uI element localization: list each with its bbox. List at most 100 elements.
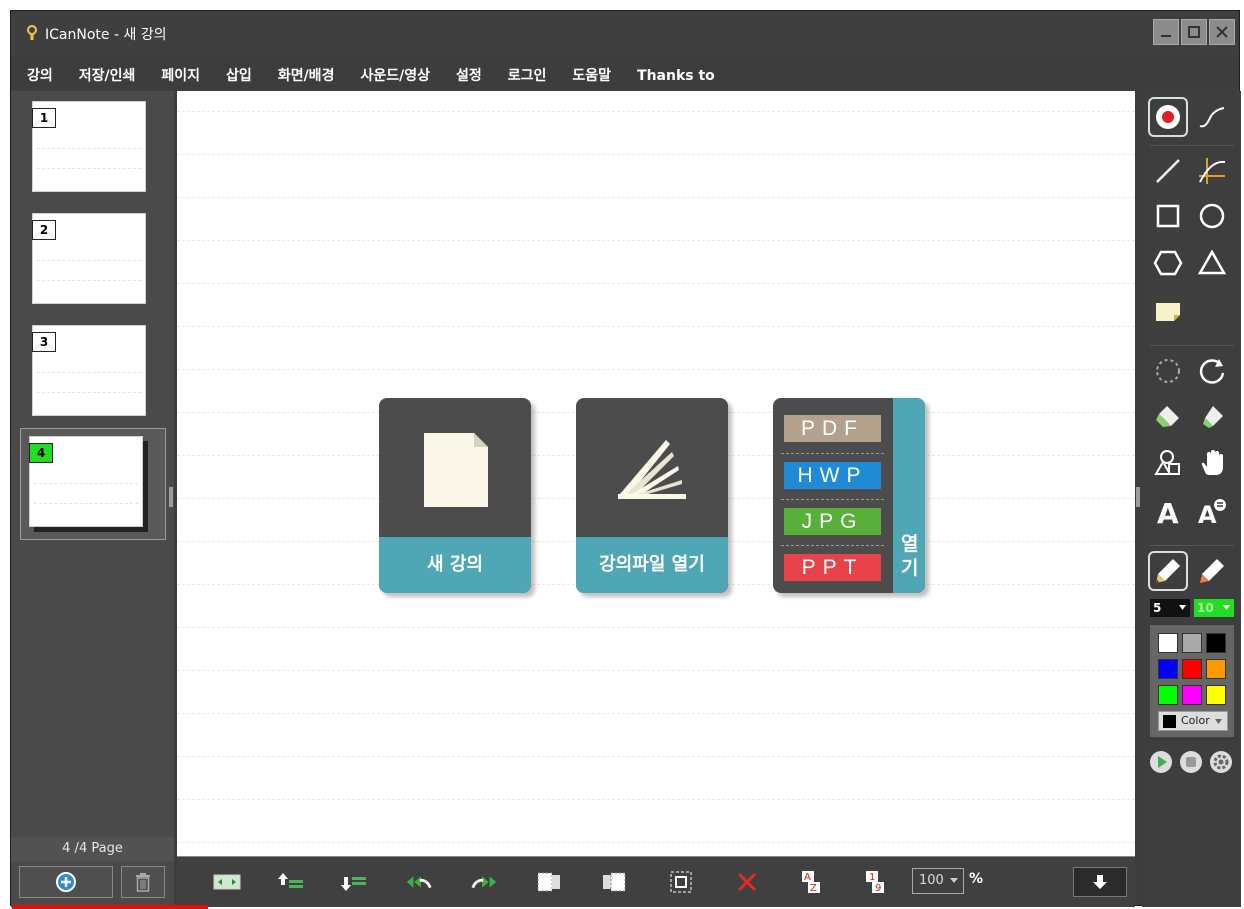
color-swatch-gray[interactable] xyxy=(1182,633,1202,653)
menu-screen-background[interactable]: 화면/배경 xyxy=(265,63,348,89)
highlighter-tool[interactable] xyxy=(1192,551,1232,591)
jpg-format-button[interactable]: JPG xyxy=(784,508,881,535)
window-title: ICanNote - 새 강의 xyxy=(45,27,167,43)
sort-alpha-button[interactable]: AZ xyxy=(797,869,825,895)
new-lecture-card[interactable]: 새 강의 xyxy=(379,398,531,593)
circle-icon xyxy=(1199,203,1225,229)
canvas-guide-line xyxy=(177,756,1135,757)
partial-eraser-tool[interactable] xyxy=(1192,397,1232,437)
open-lecture-file-card[interactable]: 강의파일 열기 xyxy=(576,398,728,593)
page-thumbnail-4[interactable]: 4 xyxy=(29,436,143,527)
color-swatch-orange[interactable] xyxy=(1206,659,1226,679)
scroll-down-button[interactable] xyxy=(1073,867,1127,897)
menu-insert[interactable]: 삽입 xyxy=(213,63,265,89)
color-palette: Color xyxy=(1150,625,1234,737)
pdf-format-button[interactable]: PDF xyxy=(784,415,881,442)
drawing-tools-panel: A A 5 10 Color xyxy=(1142,91,1241,907)
redo-button[interactable] xyxy=(470,869,498,895)
rectangle-tool[interactable] xyxy=(1148,196,1188,236)
page-thumbnail-3[interactable]: 3 xyxy=(32,325,146,416)
right-splitter-handle[interactable] xyxy=(1136,487,1140,507)
select-left-button[interactable] xyxy=(535,869,563,895)
play-button[interactable] xyxy=(1148,749,1174,775)
add-page-button[interactable] xyxy=(19,866,113,898)
maximize-button[interactable] xyxy=(1181,19,1207,45)
select-right-button[interactable] xyxy=(600,869,628,895)
highlighter-size-select[interactable]: 10 xyxy=(1194,599,1234,617)
title-bar: ICanNote - 새 강의 xyxy=(11,11,1239,55)
trash-icon xyxy=(136,873,150,892)
text-formula-icon: A xyxy=(1198,499,1226,526)
color-swatch-red[interactable] xyxy=(1182,659,1202,679)
shape-recognize-tool[interactable] xyxy=(1148,443,1188,483)
circle-tool[interactable] xyxy=(1192,196,1232,236)
close-button[interactable] xyxy=(1209,19,1235,45)
hwp-format-button[interactable]: HWP xyxy=(784,462,881,489)
fit-page-button[interactable] xyxy=(213,869,241,895)
line-tool[interactable] xyxy=(1148,151,1188,191)
menu-sound-video[interactable]: 사운드/영상 xyxy=(347,63,443,89)
move-page-down-button[interactable] xyxy=(340,869,368,895)
stop-button[interactable] xyxy=(1178,749,1204,775)
eraser-tool[interactable] xyxy=(1148,397,1188,437)
record-pen-tool[interactable] xyxy=(1148,97,1188,137)
page-number-1: 1 xyxy=(32,108,56,128)
color-swatch-green[interactable] xyxy=(1158,685,1178,705)
canvas-guide-line xyxy=(177,842,1135,843)
freehand-tool[interactable] xyxy=(1192,97,1232,137)
settings-button[interactable] xyxy=(1208,749,1234,775)
menu-page[interactable]: 페이지 xyxy=(148,63,213,89)
undo-button[interactable] xyxy=(405,869,433,895)
text-tool[interactable]: A xyxy=(1148,491,1188,531)
axis-curve-icon xyxy=(1199,158,1226,184)
pencil-icon xyxy=(1156,559,1180,583)
thumb-line xyxy=(37,148,141,149)
left-splitter-handle[interactable] xyxy=(169,487,173,507)
select-box-button[interactable] xyxy=(667,869,695,895)
zoom-select[interactable]: 100 xyxy=(912,868,964,894)
color-swatch-black[interactable] xyxy=(1206,633,1226,653)
menu-settings[interactable]: 설정 xyxy=(443,63,495,89)
menu-login[interactable]: 로그인 xyxy=(495,63,560,89)
canvas-guide-line xyxy=(177,326,1135,327)
pen-size-select[interactable]: 5 xyxy=(1150,599,1190,617)
rotate-tool[interactable] xyxy=(1192,351,1232,391)
menu-help[interactable]: 도움말 xyxy=(559,63,624,89)
menu-save-print[interactable]: 저장/인쇄 xyxy=(66,63,149,89)
ppt-format-button[interactable]: PPT xyxy=(784,554,881,581)
tool-separator xyxy=(1150,545,1234,546)
sort-number-button[interactable]: 19 xyxy=(861,869,889,895)
page-thumbnail-2[interactable]: 2 xyxy=(32,213,146,304)
chevron-down-icon xyxy=(1215,719,1222,724)
color-swatch-white[interactable] xyxy=(1158,633,1178,653)
menu-thanks-to[interactable]: Thanks to xyxy=(624,63,728,89)
sticky-note-tool[interactable] xyxy=(1148,291,1188,331)
custom-color-button[interactable]: Color xyxy=(1158,711,1228,731)
text-a-icon: A xyxy=(1157,497,1179,526)
menu-lecture[interactable]: 강의 xyxy=(11,63,66,89)
color-swatch-blue[interactable] xyxy=(1158,659,1178,679)
color-swatch-yellow[interactable] xyxy=(1206,685,1226,705)
hexagon-tool[interactable] xyxy=(1148,243,1188,283)
pen-tool[interactable] xyxy=(1148,551,1188,591)
fit-page-icon xyxy=(213,874,241,890)
gear-icon xyxy=(1210,751,1232,773)
note-canvas[interactable]: 새 강의 강의파일 열기 PDF HWP JPG PPT 열 기 xyxy=(177,91,1135,856)
text-formula-tool[interactable]: A xyxy=(1192,491,1232,531)
page-thumbnail-1[interactable]: 1 xyxy=(32,101,146,192)
pen-size-value: 5 xyxy=(1153,601,1162,615)
delete-button[interactable] xyxy=(733,869,761,895)
move-page-up-button[interactable] xyxy=(277,869,305,895)
axis-tool[interactable] xyxy=(1192,151,1232,191)
format-separator xyxy=(781,545,884,546)
pan-hand-tool[interactable] xyxy=(1192,443,1232,483)
delete-page-button[interactable] xyxy=(121,866,165,898)
minimize-button[interactable] xyxy=(1153,19,1179,45)
svg-text:9: 9 xyxy=(875,883,881,894)
color-swatch-magenta[interactable] xyxy=(1182,685,1202,705)
lasso-select-tool[interactable] xyxy=(1148,351,1188,391)
triangle-tool[interactable] xyxy=(1192,243,1232,283)
canvas-guide-line xyxy=(177,670,1135,671)
zoom-unit: % xyxy=(969,871,984,887)
open-file-formats-card[interactable]: PDF HWP JPG PPT 열 기 xyxy=(773,398,925,593)
